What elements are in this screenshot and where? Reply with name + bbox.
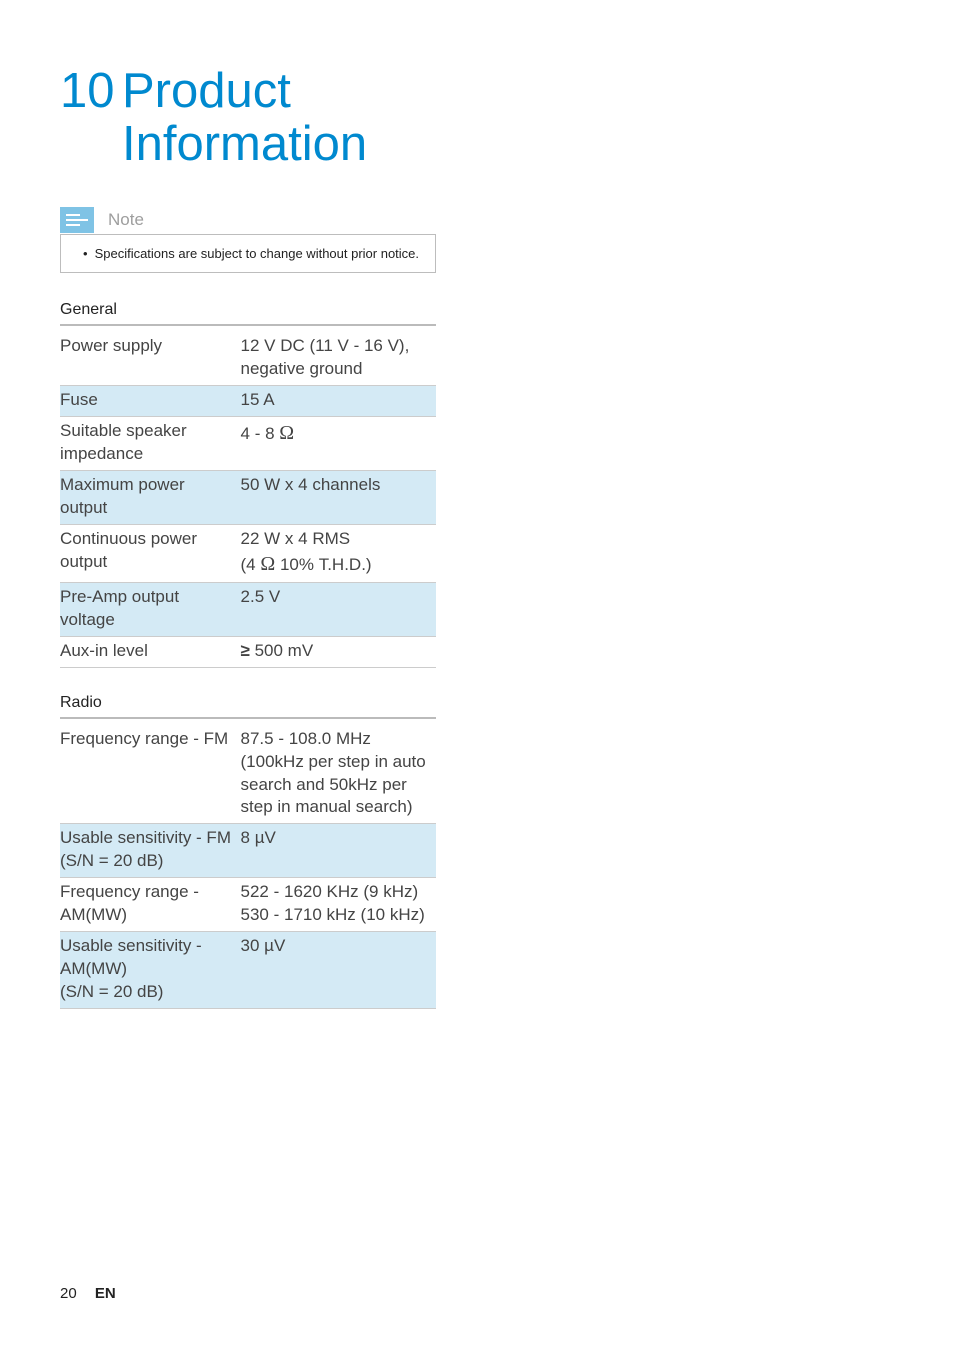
table-row: Fuse 15 A [60, 386, 436, 417]
chapter-number: 10 [60, 65, 122, 171]
table-row: Continuous power output 22 W x 4 RMS (4 … [60, 524, 436, 582]
table-row: Suitable speaker impedance 4 - 8 Ω [60, 417, 436, 471]
chapter-heading: 10 Product Information [60, 65, 436, 171]
note-box: Note Specifications are subject to chang… [60, 207, 436, 274]
spec-value: 2.5 V [241, 582, 437, 636]
spec-value: 22 W x 4 RMS (4 Ω 10% T.H.D.) [241, 524, 437, 582]
omega-symbol: Ω [279, 422, 294, 444]
spec-label: Frequency range - FM [60, 725, 241, 824]
spec-value: 50 W x 4 channels [241, 471, 437, 525]
chapter-title-line2: Information [122, 117, 367, 171]
spec-label: Usable sensitivity - FM (S/N = 20 dB) [60, 824, 241, 878]
chapter-title: Product Information [122, 65, 367, 171]
note-bullet: Specifications are subject to change wit… [83, 245, 423, 263]
spec-table-radio: Frequency range - FM 87.5 - 108.0 MHz (1… [60, 725, 436, 1009]
geq-symbol: ≥ [241, 641, 250, 660]
table-row: Usable sensitivity - AM(MW) (S/N = 20 dB… [60, 932, 436, 1009]
spec-label: Pre-Amp output voltage [60, 582, 241, 636]
spec-label: Maximum power output [60, 471, 241, 525]
spec-label: Continuous power output [60, 524, 241, 582]
page-language: EN [95, 1285, 116, 1302]
spec-table-general: Power supply 12 V DC (11 V - 16 V), nega… [60, 332, 436, 667]
chapter-title-line1: Product [122, 64, 291, 118]
table-row: Aux-in level ≥ 500 mV [60, 636, 436, 667]
spec-value: 4 - 8 Ω [241, 417, 437, 471]
table-row: Pre-Amp output voltage 2.5 V [60, 582, 436, 636]
spec-value: 12 V DC (11 V - 16 V), negative ground [241, 332, 437, 385]
note-label: Note [108, 210, 144, 230]
spec-value: 8 µV [241, 824, 437, 878]
page-footer: 20 EN [60, 1285, 116, 1302]
spec-label: Aux-in level [60, 636, 241, 667]
section-heading-general: General [60, 301, 436, 326]
spec-value: 30 µV [241, 932, 437, 1009]
spec-label: Usable sensitivity - AM(MW) (S/N = 20 dB… [60, 932, 241, 1009]
omega-symbol: Ω [260, 553, 275, 575]
table-row: Maximum power output 50 W x 4 channels [60, 471, 436, 525]
spec-label: Frequency range - AM(MW) [60, 878, 241, 932]
table-row: Usable sensitivity - FM (S/N = 20 dB) 8 … [60, 824, 436, 878]
table-row: Frequency range - FM 87.5 - 108.0 MHz (1… [60, 725, 436, 824]
note-body: Specifications are subject to change wit… [60, 234, 436, 274]
spec-label: Suitable speaker impedance [60, 417, 241, 471]
spec-label: Fuse [60, 386, 241, 417]
page-number: 20 [60, 1285, 77, 1302]
table-row: Frequency range - AM(MW) 522 - 1620 KHz … [60, 878, 436, 932]
spec-value: 87.5 - 108.0 MHz (100kHz per step in aut… [241, 725, 437, 824]
spec-label: Power supply [60, 332, 241, 385]
note-header: Note [60, 207, 436, 233]
spec-value: ≥ 500 mV [241, 636, 437, 667]
table-row: Power supply 12 V DC (11 V - 16 V), nega… [60, 332, 436, 385]
spec-value: 522 - 1620 KHz (9 kHz) 530 - 1710 kHz (1… [241, 878, 437, 932]
spec-value: 15 A [241, 386, 437, 417]
section-heading-radio: Radio [60, 694, 436, 719]
note-icon [60, 207, 94, 233]
